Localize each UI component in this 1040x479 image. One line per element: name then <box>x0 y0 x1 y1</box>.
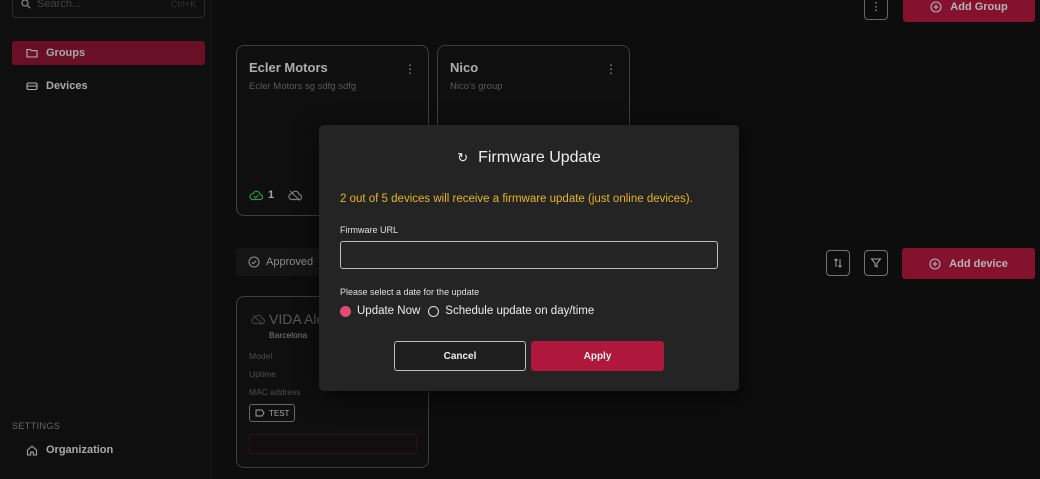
date-select-label: Please select a date for the update <box>340 287 480 297</box>
modal-title-row: ↻ Firmware Update <box>319 149 739 167</box>
firmware-url-label: Firmware URL <box>340 225 399 235</box>
update-timing-options: Update Now Schedule update on day/time <box>340 305 602 317</box>
update-now-option[interactable]: Update Now <box>340 305 420 317</box>
firmware-url-input[interactable] <box>340 241 718 269</box>
firmware-warning: 2 out of 5 devices will receive a firmwa… <box>340 193 693 205</box>
firmware-update-modal: ↻ Firmware Update 2 out of 5 devices wil… <box>319 125 739 391</box>
apply-button[interactable]: Apply <box>531 341 664 371</box>
update-icon: ↻ <box>457 150 469 165</box>
cancel-button[interactable]: Cancel <box>394 341 526 371</box>
radio-unselected-icon <box>428 305 440 317</box>
schedule-update-label: Schedule update on day/time <box>445 305 595 317</box>
radio-selected-icon <box>340 305 351 317</box>
app-root: Search... Ctrl+K Groups Devices SETTINGS… <box>0 0 1040 479</box>
schedule-update-option[interactable]: Schedule update on day/time <box>428 305 594 317</box>
modal-title: Firmware Update <box>478 149 601 166</box>
update-now-label: Update Now <box>357 305 421 317</box>
